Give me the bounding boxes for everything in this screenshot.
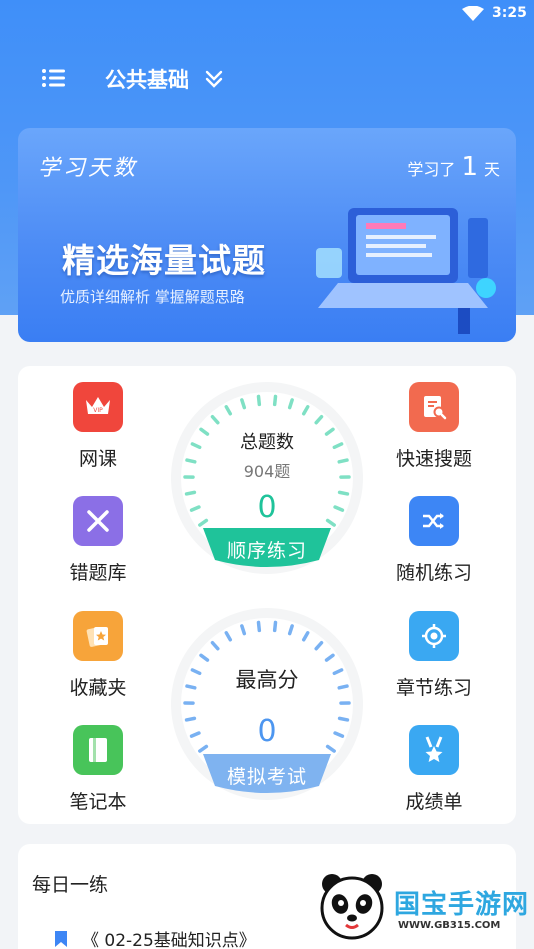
mock-exam-button[interactable]: 模拟考试: [167, 762, 367, 789]
subject-label: 公共基础: [105, 68, 189, 92]
laptop-illustration-icon: [316, 208, 496, 334]
chapter-practice-tile[interactable]: 章节练习: [374, 611, 494, 711]
online-course-tile[interactable]: VIP 网课: [38, 382, 158, 482]
report-card-label: 成绩单: [405, 791, 463, 813]
svg-text:VIP: VIP: [93, 407, 103, 414]
highest-score-value: 0: [257, 714, 277, 749]
studied-days-count: 1: [461, 152, 478, 182]
studied-days: 学习了 1 天: [407, 152, 500, 182]
quick-search-tile[interactable]: 快速搜题: [374, 382, 494, 482]
medal-icon: [409, 725, 459, 775]
gauge-tick: [240, 624, 247, 636]
gauge-tick: [287, 624, 294, 636]
notebook-icon: [73, 725, 123, 775]
random-practice-label: 随机练习: [395, 562, 472, 584]
gauge-tick: [272, 620, 278, 633]
sequential-practice-button[interactable]: 顺序练习: [167, 536, 367, 563]
favorites-tile[interactable]: 收藏夹: [38, 611, 158, 711]
watermark: 国宝手游网 WWW.GB315.COM: [294, 858, 534, 949]
mock-exam-gauge[interactable]: 最高分 0 模拟考试: [167, 604, 367, 804]
wrong-questions-label: 错题库: [69, 562, 127, 584]
online-course-label: 网课: [78, 448, 117, 470]
chapter-practice-label: 章节练习: [395, 677, 472, 699]
shuffle-icon: [409, 496, 459, 546]
gauge-tick: [256, 394, 262, 407]
study-banner[interactable]: 学习天数 学习了 1 天 精选海量试题 优质详细解析 掌握解题思路: [18, 128, 516, 342]
bookmark-icon: [55, 930, 67, 947]
studied-suffix: 天: [483, 160, 500, 179]
close-icon: [73, 496, 123, 546]
banner-headline: 精选海量试题: [62, 241, 266, 280]
search-document-icon: [409, 382, 459, 432]
status-bar: 3:25: [0, 0, 534, 30]
vip-crown-icon: VIP: [73, 382, 123, 432]
gauge-tick: [287, 398, 294, 410]
gauge-tick: [240, 398, 247, 410]
notes-tile[interactable]: 笔记本: [38, 725, 158, 825]
watermark-brand: 国宝手游网: [394, 890, 530, 920]
function-card: VIP 网课 错题库 收藏夹 笔记本 快速搜题 随机练习 章节练习 成绩单 总题…: [18, 366, 516, 824]
status-time: 3:25: [492, 5, 527, 21]
banner-subline: 优质详细解析 掌握解题思路: [60, 288, 245, 306]
random-practice-tile[interactable]: 随机练习: [374, 496, 494, 596]
practice-progress-value: 0: [257, 490, 277, 525]
panda-logo-icon: [320, 874, 384, 940]
total-questions-count: 904题: [243, 462, 291, 481]
daily-practice-item[interactable]: 《 02-25基础知识点》: [54, 926, 256, 949]
daily-practice-title: 每日一练: [32, 874, 109, 896]
highest-score-title: 最高分: [235, 668, 299, 692]
total-questions-title: 总题数: [240, 432, 294, 453]
favorites-label: 收藏夹: [69, 677, 127, 699]
watermark-url: WWW.GB315.COM: [398, 920, 501, 931]
wrong-questions-tile[interactable]: 错题库: [38, 496, 158, 596]
daily-practice-item-label: 《 02-25基础知识点》: [82, 931, 256, 949]
notes-label: 笔记本: [69, 791, 127, 813]
studied-prefix: 学习了: [407, 160, 456, 179]
study-days-title: 学习天数: [38, 156, 139, 181]
menu-list-icon[interactable]: [38, 64, 70, 92]
target-icon: [409, 611, 459, 661]
wifi-icon: [462, 6, 484, 21]
report-card-tile[interactable]: 成绩单: [374, 725, 494, 825]
double-chevron-down-icon: [205, 70, 223, 88]
quick-search-label: 快速搜题: [395, 448, 472, 470]
gauge-tick: [256, 620, 262, 633]
star-card-icon: [73, 611, 123, 661]
top-bar: 公共基础: [0, 52, 534, 104]
subject-selector[interactable]: 公共基础: [105, 64, 225, 94]
gauge-tick: [272, 394, 278, 407]
sequential-practice-gauge[interactable]: 总题数 904题 0 顺序练习: [167, 378, 367, 578]
